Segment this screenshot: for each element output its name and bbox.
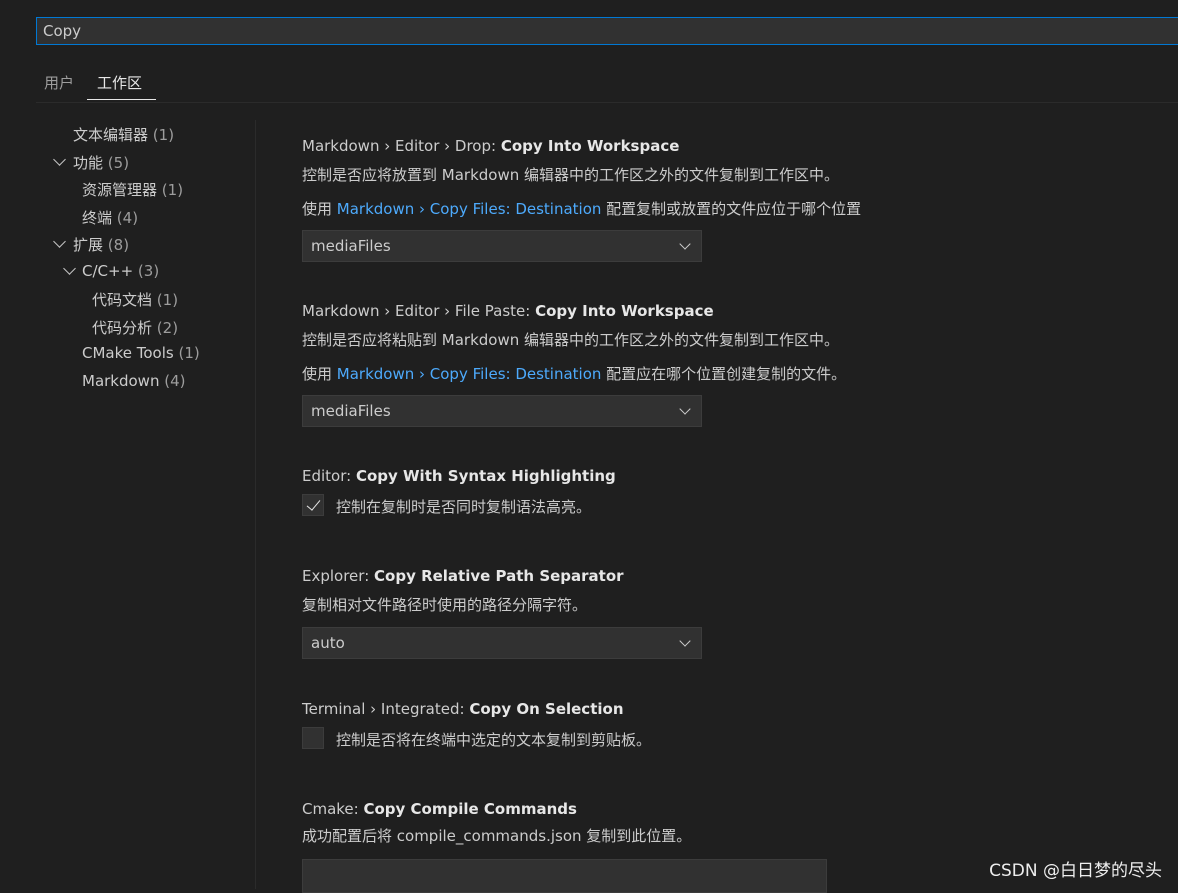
copy-on-selection-checkbox[interactable] <box>302 727 324 749</box>
search-input[interactable]: Copy <box>36 17 1178 45</box>
paste-copy-into-workspace-select[interactable]: mediaFiles <box>302 395 702 427</box>
toc-item-cmake-tools[interactable]: CMake Tools (1) <box>82 344 200 362</box>
chevron-down-icon[interactable] <box>63 262 76 275</box>
toc-item-features[interactable]: 功能 (5) <box>73 152 129 173</box>
toc-item-extensions[interactable]: 扩展 (8) <box>73 234 129 255</box>
setting-description-extra: 使用 Markdown › Copy Files: Destination 配置… <box>302 365 847 383</box>
toc-item-text-editor[interactable]: 文本编辑器 (1) <box>73 124 174 145</box>
setting-link[interactable]: Markdown › Copy Files: Destination <box>337 365 602 383</box>
copy-compile-commands-input[interactable] <box>302 859 827 893</box>
drop-copy-into-workspace-select[interactable]: mediaFiles <box>302 230 702 262</box>
tab-workspace[interactable]: 工作区 <box>97 72 142 93</box>
setting-description: 复制相对文件路径时使用的路径分隔字符。 <box>302 596 588 614</box>
settings-toc: 文本编辑器 (1) 功能 (5) 资源管理器 (1) 终端 (4) 扩展 (8)… <box>0 120 256 889</box>
setting-explorer-copy-relative-path-separator: Explorer: Copy Relative Path Separator 复… <box>302 567 624 615</box>
setting-cmake-copy-compile-commands: Cmake: Copy Compile Commands 成功配置后将 comp… <box>302 800 691 846</box>
toc-item-explorer[interactable]: 资源管理器 (1) <box>82 179 183 200</box>
active-tab-indicator <box>87 99 156 100</box>
watermark: CSDN @白日梦的尽头 <box>989 861 1162 881</box>
setting-terminal-copy-on-selection: Terminal › Integrated: Copy On Selection <box>302 700 624 718</box>
toc-item-markdown[interactable]: Markdown (4) <box>82 372 186 390</box>
settings-tabs: 用户 工作区 <box>36 66 1178 103</box>
checkmark-icon <box>306 496 321 511</box>
setting-description: 控制是否应将放置到 Markdown 编辑器中的工作区之外的文件复制到工作区中。 <box>302 166 840 184</box>
chevron-down-icon[interactable] <box>53 153 66 166</box>
chevron-down-icon <box>679 635 691 647</box>
chevron-down-icon <box>679 403 691 415</box>
toc-item-code-analysis[interactable]: 代码分析 (2) <box>92 317 178 338</box>
copy-with-syntax-highlighting-checkbox[interactable] <box>302 494 324 516</box>
copy-relative-path-separator-select[interactable]: auto <box>302 627 702 659</box>
chevron-down-icon <box>679 238 691 250</box>
setting-description: 控制在复制时是否同时复制语法高亮。 <box>336 498 592 516</box>
setting-description: 控制是否将在终端中选定的文本复制到剪贴板。 <box>336 731 652 749</box>
setting-description: 成功配置后将 compile_commands.json 复制到此位置。 <box>302 827 692 845</box>
setting-markdown-drop-copy-into-workspace: Markdown › Editor › Drop: Copy Into Work… <box>302 137 861 219</box>
chevron-down-icon[interactable] <box>53 235 66 248</box>
setting-description: 控制是否应将粘贴到 Markdown 编辑器中的工作区之外的文件复制到工作区中。 <box>302 331 840 349</box>
tab-user[interactable]: 用户 <box>44 72 74 93</box>
setting-title: Markdown › Editor › File Paste: Copy Int… <box>302 302 714 320</box>
setting-link[interactable]: Markdown › Copy Files: Destination <box>337 200 602 218</box>
toc-item-terminal[interactable]: 终端 (4) <box>82 207 138 228</box>
setting-title: Editor: Copy With Syntax Highlighting <box>302 467 616 485</box>
setting-title: Explorer: Copy Relative Path Separator <box>302 567 624 585</box>
setting-description-extra: 使用 Markdown › Copy Files: Destination 配置… <box>302 200 862 218</box>
setting-editor-copy-with-syntax-highlighting: Editor: Copy With Syntax Highlighting <box>302 467 616 485</box>
setting-title: Markdown › Editor › Drop: Copy Into Work… <box>302 137 680 155</box>
toc-item-code-docs[interactable]: 代码文档 (1) <box>92 289 178 310</box>
setting-title: Cmake: Copy Compile Commands <box>302 800 577 818</box>
setting-markdown-paste-copy-into-workspace: Markdown › Editor › File Paste: Copy Int… <box>302 302 846 384</box>
toc-item-cpp[interactable]: C/C++ (3) <box>82 262 159 280</box>
setting-title: Terminal › Integrated: Copy On Selection <box>302 700 624 718</box>
